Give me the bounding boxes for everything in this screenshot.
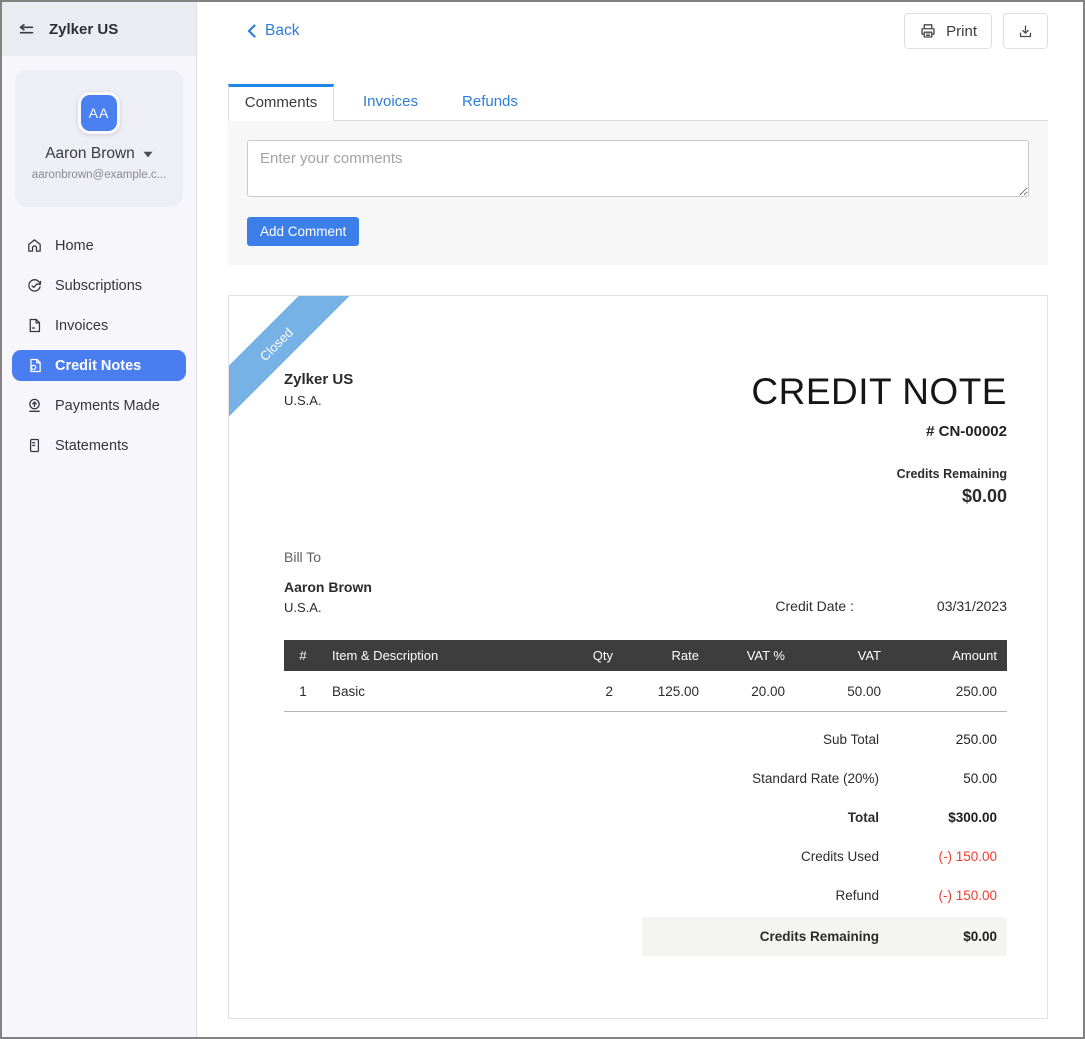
table-row: 1 Basic 2 125.00 20.00 50.00 250.00 — [284, 671, 1007, 712]
column-header: Qty — [551, 640, 623, 671]
cell-rate: 125.00 — [623, 671, 709, 712]
credit-note-icon — [30, 358, 41, 373]
profile-card: AA Aaron Brown aaronbrown@example.c... — [15, 70, 183, 207]
back-button[interactable]: Back — [247, 22, 299, 40]
bill-to-name: Aaron Brown — [284, 579, 372, 595]
line-items-table: # Item & Description Qty Rate VAT % VAT … — [284, 640, 1007, 712]
company-name: Zylker US — [284, 371, 354, 388]
company-block: Zylker US U.S.A. — [284, 371, 353, 408]
column-header: Amount — [891, 640, 1007, 671]
billing-row: Bill To Aaron Brown U.S.A. Credit Date :… — [284, 549, 1007, 615]
avatar-initials: AA — [88, 105, 110, 121]
credit-date-label: Credit Date : — [775, 598, 854, 614]
cell-amount: 250.00 — [891, 671, 1007, 712]
sidebar-item-label: Invoices — [55, 317, 109, 334]
document-header: Zylker US U.S.A. CREDIT NOTE # CN-00002 … — [284, 371, 1007, 507]
credit-date: Credit Date : 03/31/2023 — [775, 598, 1007, 615]
toolbar-actions: Print — [904, 13, 1048, 49]
credit-note-document: Closed Zylker US U.S.A. CREDIT NOTE # CN… — [228, 295, 1048, 1019]
download-button[interactable] — [1003, 13, 1048, 49]
totals-section: Sub Total 250.00 Standard Rate (20%) 50.… — [642, 720, 1007, 956]
avatar: AA — [78, 92, 120, 134]
back-label: Back — [265, 22, 300, 39]
caret-down-icon — [143, 151, 153, 157]
credit-date-value: 03/31/2023 — [936, 598, 1007, 614]
document-title: CREDIT NOTE — [751, 371, 1007, 412]
total-row-credits-used: Credits Used (-) 150.00 — [800, 849, 997, 864]
sidebar-item-statements[interactable]: Statements — [12, 430, 186, 461]
bill-to-country: U.S.A. — [284, 600, 322, 615]
tab-refunds[interactable]: Refunds — [440, 84, 540, 120]
statements-icon — [29, 438, 40, 453]
comments-panel: Add Comment — [228, 121, 1048, 265]
home-icon — [28, 239, 41, 252]
sidebar-nav: Home Subscriptions Invoices Credit Notes… — [2, 230, 196, 461]
tab-comments[interactable]: Comments — [228, 84, 334, 121]
cell-qty: 2 — [551, 671, 623, 712]
printer-icon — [921, 24, 935, 38]
document-number: # CN-00002 — [926, 423, 1007, 440]
sidebar-item-label: Subscriptions — [55, 277, 143, 294]
app-window: Zylker US AA Aaron Brown aaronbrown@exam… — [0, 0, 1085, 1039]
sidebar-item-credit-notes[interactable]: Credit Notes — [12, 350, 186, 381]
cell-index: 1 — [284, 671, 322, 712]
sidebar: Zylker US AA Aaron Brown aaronbrown@exam… — [2, 2, 197, 1037]
table-header-row: # Item & Description Qty Rate VAT % VAT … — [284, 640, 1007, 671]
cell-vat-percent: 20.00 — [709, 671, 795, 712]
subscriptions-icon — [28, 279, 42, 292]
sidebar-item-payments-made[interactable]: Payments Made — [12, 390, 186, 421]
print-button[interactable]: Print — [904, 13, 992, 49]
sidebar-item-label: Statements — [55, 437, 129, 454]
cell-item: Basic — [322, 671, 551, 712]
sidebar-item-label: Home — [55, 237, 94, 254]
sidebar-item-label: Payments Made — [55, 397, 160, 414]
column-header: VAT — [795, 640, 891, 671]
total-row-refund: Refund (-) 150.00 — [835, 888, 997, 903]
company-country: U.S.A. — [284, 393, 322, 408]
total-row-total: Total $300.00 — [847, 810, 997, 825]
chevron-left-icon — [247, 24, 256, 38]
column-header: Item & Description — [322, 640, 551, 671]
add-comment-button[interactable]: Add Comment — [247, 217, 360, 246]
payments-made-icon — [29, 398, 40, 412]
status-ribbon-label: Closed — [256, 324, 296, 364]
sidebar-item-invoices[interactable]: Invoices — [12, 310, 186, 341]
total-row-credits-remaining: Credits Remaining $0.00 — [642, 917, 1007, 956]
sidebar-header: Zylker US — [2, 2, 196, 56]
org-name: Zylker US — [49, 20, 119, 38]
sidebar-item-home[interactable]: Home — [12, 230, 186, 261]
sidebar-item-label: Credit Notes — [55, 357, 142, 374]
credits-remaining-label: Credits Remaining — [896, 467, 1007, 481]
comment-input[interactable] — [247, 140, 1029, 197]
sidebar-item-subscriptions[interactable]: Subscriptions — [12, 270, 186, 301]
column-header: # — [284, 640, 322, 671]
bill-to-block: Bill To Aaron Brown U.S.A. — [284, 549, 372, 615]
credits-remaining-value: $0.00 — [961, 486, 1007, 506]
tab-bar: Comments Invoices Refunds — [228, 84, 1048, 121]
toolbar: Back Print — [228, 2, 1048, 60]
tab-invoices[interactable]: Invoices — [341, 84, 440, 120]
bill-to-label: Bill To — [284, 549, 322, 565]
document-meta: CREDIT NOTE # CN-00002 Credits Remaining… — [751, 371, 1007, 507]
cell-vat: 50.00 — [795, 671, 891, 712]
collapse-sidebar-icon[interactable] — [17, 20, 36, 39]
main-content: Back Print Comments Invoices Refunds Add… — [197, 2, 1083, 1037]
invoice-icon — [29, 318, 41, 333]
print-label: Print — [946, 22, 977, 40]
total-row-tax: Standard Rate (20%) 50.00 — [752, 771, 997, 786]
download-icon — [1019, 25, 1032, 37]
column-header: Rate — [623, 640, 709, 671]
column-header: VAT % — [709, 640, 795, 671]
profile-name: Aaron Brown — [45, 145, 135, 162]
profile-menu[interactable]: Aaron Brown — [23, 145, 175, 163]
total-row-subtotal: Sub Total 250.00 — [822, 732, 997, 747]
profile-email: aaronbrown@example.c... — [31, 169, 167, 181]
